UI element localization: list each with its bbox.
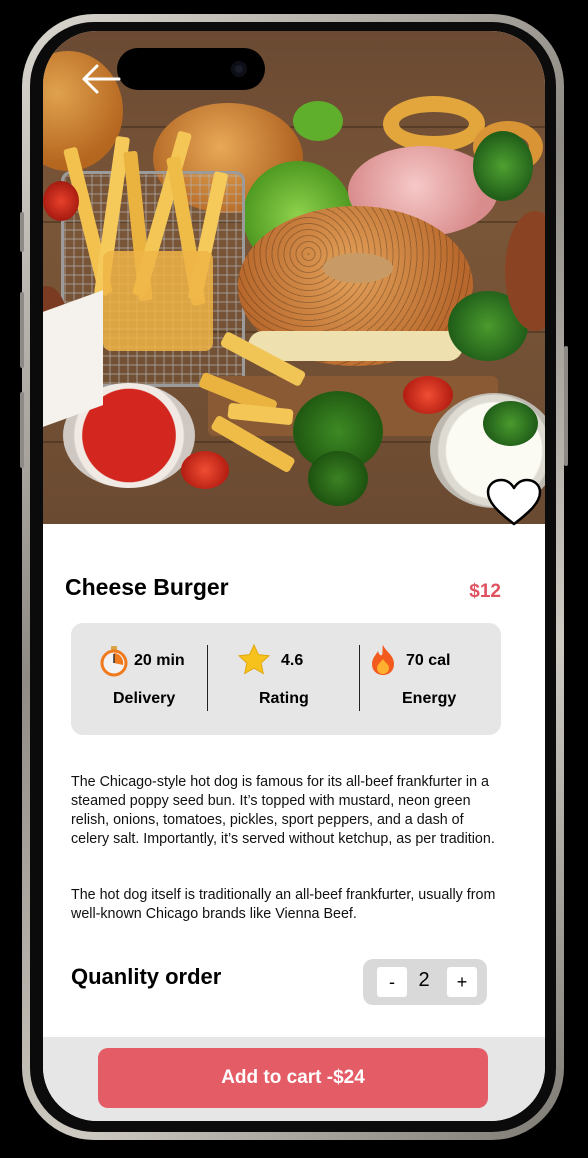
delivery-label: Delivery	[113, 690, 176, 707]
favorite-button[interactable]	[485, 478, 543, 528]
heart-icon	[486, 478, 542, 526]
add-to-cart-button[interactable]: Add to cart -$24	[98, 1048, 488, 1108]
product-price: $12	[469, 581, 501, 602]
energy-value: 70 cal	[406, 652, 451, 669]
quantity-label: Quanlity order	[71, 964, 222, 989]
stat-rating: 4.6 Rating	[208, 623, 359, 735]
volume-down-button	[20, 392, 24, 468]
energy-label: Energy	[402, 690, 457, 707]
rating-value: 4.6	[281, 652, 304, 669]
increment-button[interactable]: +	[447, 967, 477, 997]
power-button	[564, 346, 568, 466]
description-paragraph-2: The hot dog itself is traditionally an a…	[71, 887, 496, 922]
description-paragraph-1: The Chicago-style hot dog is famous for …	[71, 774, 495, 847]
decrement-button[interactable]: -	[377, 967, 407, 997]
quantity-value: 2	[418, 969, 430, 991]
arrow-left-icon	[82, 64, 121, 94]
quantity-stepper: - 2 +	[363, 959, 487, 1005]
action-button	[20, 212, 24, 252]
star-icon	[237, 643, 271, 675]
hero-food-image	[43, 31, 545, 524]
fire-icon	[372, 645, 394, 675]
front-camera	[231, 61, 247, 77]
stopwatch-icon	[100, 646, 128, 677]
volume-up-button	[20, 292, 24, 368]
back-button[interactable]	[79, 61, 123, 97]
rating-label: Rating	[259, 690, 309, 707]
delivery-value: 20 min	[134, 652, 185, 669]
stats-card: 20 min Delivery 4.6 Rating 70 cal Energy	[71, 623, 501, 735]
stat-delivery: 20 min Delivery	[71, 623, 207, 735]
app-screen: Cheese Burger $12 20 min Delivery 4.6 Ra…	[43, 31, 545, 1121]
product-title: Cheese Burger	[65, 574, 229, 600]
stat-energy: 70 cal Energy	[360, 623, 501, 735]
dynamic-island	[117, 48, 265, 90]
